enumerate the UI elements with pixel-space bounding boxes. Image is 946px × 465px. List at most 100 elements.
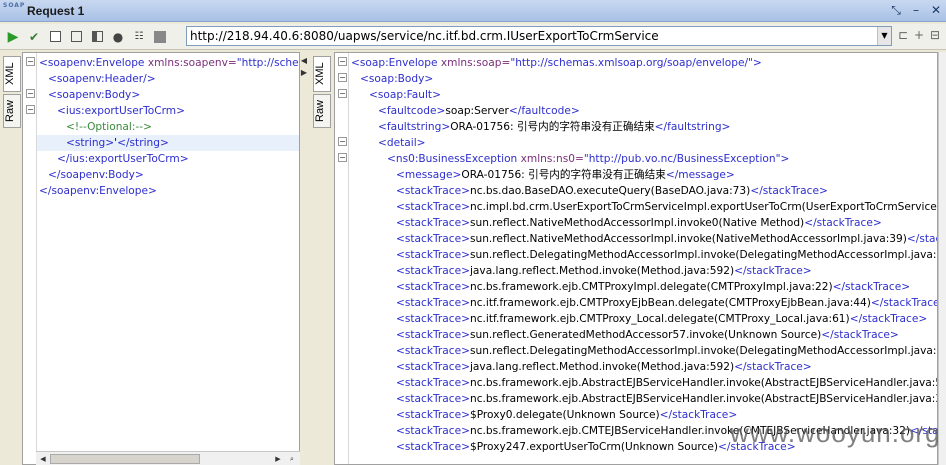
xml-tag-close: </stackTrace>: [870, 297, 937, 309]
close-icon[interactable]: ✕: [928, 2, 944, 18]
code-line[interactable]: <soap:Body>: [349, 71, 937, 87]
minimize-icon[interactable]: –: [908, 2, 924, 18]
detach-icon[interactable]: ⤡: [888, 2, 904, 18]
code-line[interactable]: <stackTrace>sun.reflect.NativeMethodAcce…: [349, 215, 937, 231]
code-line[interactable]: <stackTrace>sun.reflect.GeneratedMethodA…: [349, 327, 937, 343]
code-line[interactable]: <stackTrace>nc.itf.framework.ejb.CMTProx…: [349, 295, 937, 311]
code-line[interactable]: </soapenv:Envelope>: [37, 183, 299, 199]
code-line[interactable]: <stackTrace>sun.reflect.NativeMethodAcce…: [349, 231, 937, 247]
code-line[interactable]: <detail>: [349, 135, 937, 151]
xml-tag-close: </message>: [665, 169, 735, 181]
soap-logo-icon: SOAP: [3, 1, 26, 9]
user-icon[interactable]: ●: [110, 29, 126, 45]
collapse-right-icon[interactable]: ▶: [300, 68, 308, 77]
code-line[interactable]: </soapenv:Body>: [37, 167, 299, 183]
xml-tag-open: <soap:Fault>: [369, 89, 441, 101]
xml-text: ORA-01756: 引号内的字符串没有正确结束: [461, 169, 666, 181]
code-line[interactable]: <soapenv:Body>: [37, 87, 299, 103]
delete-icon[interactable]: ⊟: [930, 28, 940, 42]
xml-tag-open: <soapenv:Envelope: [39, 57, 145, 69]
code-line[interactable]: <message>ORA-01756: 引号内的字符串没有正确结束</messa…: [349, 167, 937, 183]
xml-attr: xmlns:soap=: [437, 57, 511, 69]
code-line[interactable]: <stackTrace>java.lang.reflect.Method.inv…: [349, 263, 937, 279]
scrollbar-thumb[interactable]: [50, 454, 200, 464]
code-line[interactable]: <!--Optional:-->: [37, 119, 299, 135]
fold-toggle-icon[interactable]: −: [338, 137, 347, 146]
code-line[interactable]: <stackTrace>nc.impl.bd.crm.UserExportToC…: [349, 199, 937, 215]
fold-toggle-icon[interactable]: −: [26, 105, 35, 114]
fold-toggle-icon[interactable]: −: [338, 73, 347, 82]
add-icon[interactable]: +: [914, 28, 924, 42]
fold-toggle-icon[interactable]: −: [338, 57, 347, 66]
xml-tag-open: <stackTrace>: [396, 425, 470, 437]
zoom-icon[interactable]: ⌕: [286, 453, 298, 465]
split-icon[interactable]: [89, 29, 105, 45]
ws-icon[interactable]: [152, 29, 168, 45]
code-line[interactable]: <string>'</string>: [37, 135, 299, 151]
xml-tag-open: <string>: [66, 137, 115, 149]
endpoint-url-input[interactable]: http://218.94.40.6:8080/uapws/service/nc…: [186, 26, 892, 46]
request-editor[interactable]: − − − <soapenv:Envelope xmlns:soapenv="h…: [22, 52, 300, 465]
xml-text: nc.itf.framework.ejb.CMTProxy_Local.dele…: [469, 313, 850, 325]
response-editor[interactable]: − − − − − <soap:Envelope xmlns:soap="htt…: [334, 52, 938, 465]
code-line[interactable]: <soapenv:Header/>: [37, 71, 299, 87]
run-assertions-icon[interactable]: ✔: [26, 29, 42, 45]
chevron-down-icon[interactable]: ▼: [877, 27, 891, 45]
tab-xml[interactable]: XML: [313, 56, 331, 92]
xml-tag-open: <faultcode>: [378, 105, 446, 117]
xml-tag-open: <faultstring>: [378, 121, 451, 133]
scroll-right-icon[interactable]: ▶: [272, 453, 284, 465]
title-bar: SOAP Request 1 ⤡ – ✕: [0, 0, 946, 22]
tab-raw[interactable]: Raw: [3, 94, 21, 128]
run-icon[interactable]: ▶: [5, 29, 21, 45]
code-line[interactable]: <stackTrace>nc.bs.framework.ejb.Abstract…: [349, 391, 937, 407]
xml-text: java.lang.reflect.Method.invoke(Method.j…: [469, 265, 735, 277]
xml-text: java.lang.reflect.Method.invoke(Method.j…: [469, 361, 735, 373]
code-line[interactable]: <stackTrace>nc.bs.framework.ejb.CMTProxy…: [349, 279, 937, 295]
code-line[interactable]: <faultstring>ORA-01756: 引号内的字符串没有正确结束</f…: [349, 119, 937, 135]
split-divider[interactable]: ◀ ▶: [300, 52, 308, 465]
edit-endpoint-icon[interactable]: ⊏: [898, 28, 908, 42]
request-horizontal-scrollbar[interactable]: ◀ ▶ ⌕: [36, 451, 300, 465]
xml-tag-close: </stackTrace>: [821, 329, 899, 341]
xml-tag-open: <stackTrace>: [396, 233, 470, 245]
xml-tag-open: <stackTrace>: [396, 345, 470, 357]
code-line[interactable]: <stackTrace>nc.bs.framework.ejb.Abstract…: [349, 375, 937, 391]
xml-tag-close: </string>: [117, 137, 169, 149]
fold-toggle-icon[interactable]: −: [26, 57, 35, 66]
xml-text: $Proxy0.delegate(Unknown Source): [469, 409, 660, 421]
editor-gutter: [23, 53, 37, 464]
options-icon[interactable]: ☷: [131, 29, 147, 45]
code-line[interactable]: </ius:exportUserToCrm>: [37, 151, 299, 167]
code-line[interactable]: <soapenv:Envelope xmlns:soapenv="http://…: [37, 55, 299, 71]
collapse-left-icon[interactable]: ◀: [300, 56, 308, 65]
tab-raw[interactable]: Raw: [313, 94, 331, 128]
stop-icon[interactable]: [47, 29, 63, 45]
xml-text: ORA-01756: 引号内的字符串没有正确结束: [450, 121, 655, 133]
xml-tag-open: <soap:Body>: [360, 73, 434, 85]
window-title: Request 1: [27, 3, 85, 18]
code-line[interactable]: <stackTrace>nc.bs.dao.BaseDAO.executeQue…: [349, 183, 937, 199]
scroll-left-icon[interactable]: ◀: [37, 453, 49, 465]
fit-icon[interactable]: [68, 29, 84, 45]
code-line[interactable]: <stackTrace>java.lang.reflect.Method.inv…: [349, 359, 937, 375]
xml-tag-open: <stackTrace>: [396, 249, 470, 261]
response-vertical-scrollbar[interactable]: [938, 52, 946, 465]
xml-val: "http://pub.vo.nc/BusinessException">: [583, 153, 790, 165]
code-line[interactable]: <stackTrace>sun.reflect.DelegatingMethod…: [349, 343, 937, 359]
xml-tag-open: <stackTrace>: [396, 217, 470, 229]
xml-text: sun.reflect.NativeMethodAccessorImpl.inv…: [469, 217, 805, 229]
xml-tag-open: <ns0:BusinessException: [387, 153, 518, 165]
fold-toggle-icon[interactable]: −: [338, 153, 347, 162]
code-line[interactable]: <soap:Fault>: [349, 87, 937, 103]
code-line[interactable]: <stackTrace>nc.itf.framework.ejb.CMTProx…: [349, 311, 937, 327]
code-line[interactable]: <ius:exportUserToCrm>: [37, 103, 299, 119]
tab-xml[interactable]: XML: [3, 56, 21, 92]
code-line[interactable]: <soap:Envelope xmlns:soap="http://schema…: [349, 55, 937, 71]
xml-text: sun.reflect.DelegatingMethodAccessorImpl…: [469, 345, 938, 357]
code-line[interactable]: <stackTrace>sun.reflect.DelegatingMethod…: [349, 247, 937, 263]
fold-toggle-icon[interactable]: −: [26, 89, 35, 98]
code-line[interactable]: <faultcode>soap:Server</faultcode>: [349, 103, 937, 119]
fold-toggle-icon[interactable]: −: [338, 89, 347, 98]
code-line[interactable]: <ns0:BusinessException xmlns:ns0="http:/…: [349, 151, 937, 167]
